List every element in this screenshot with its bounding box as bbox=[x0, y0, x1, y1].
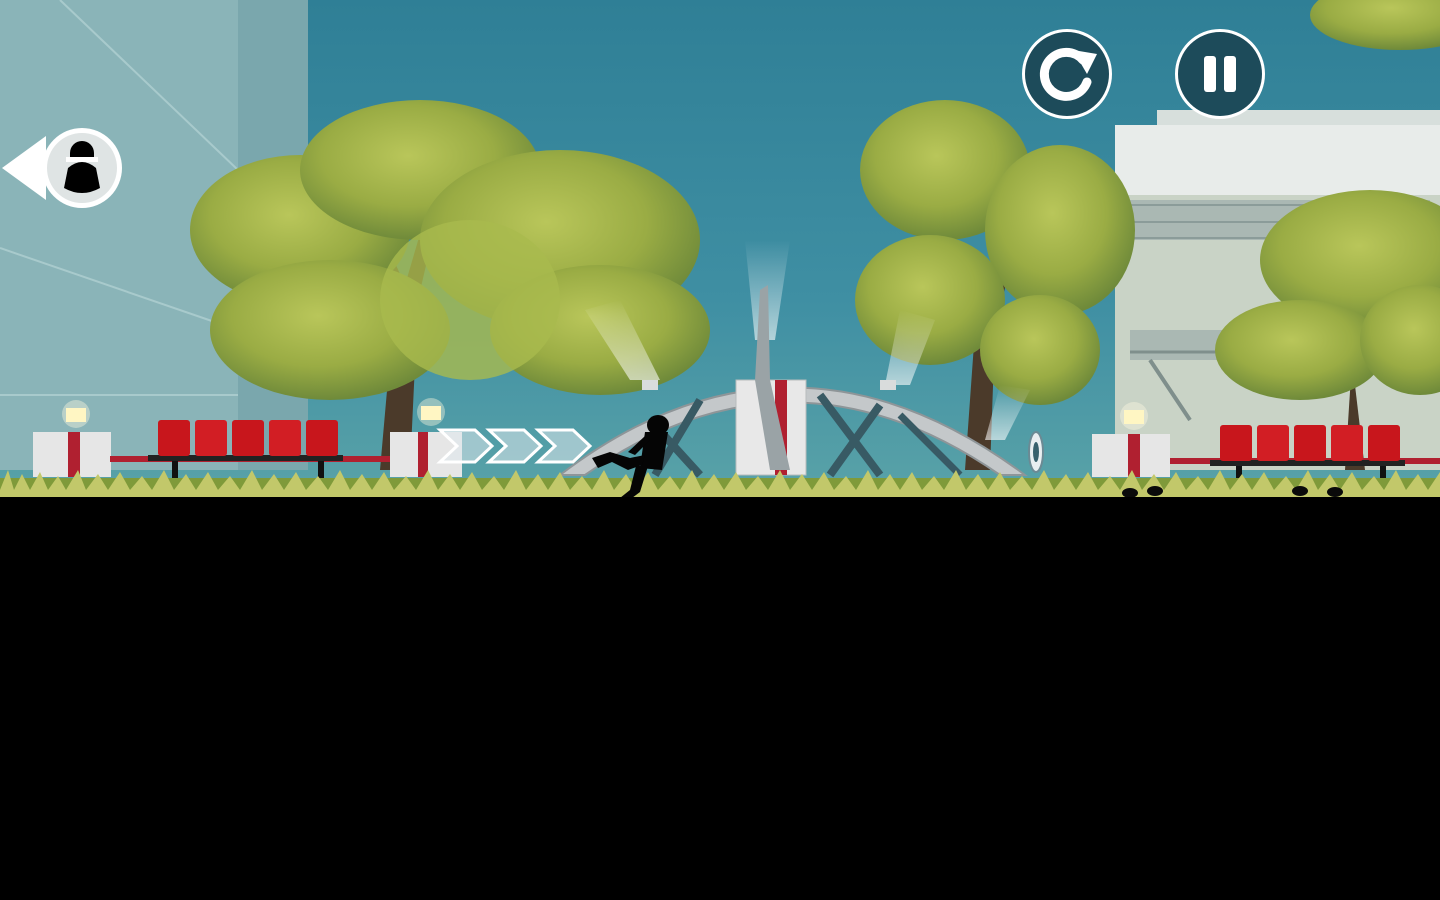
hunter-indicator bbox=[0, 128, 124, 212]
bonus-token bbox=[1028, 431, 1044, 473]
restart-icon bbox=[1039, 47, 1097, 101]
game-viewport[interactable] bbox=[0, 0, 1440, 900]
pause-button[interactable] bbox=[1175, 29, 1265, 119]
pause-icon bbox=[1204, 56, 1236, 92]
ground-shadow bbox=[0, 497, 1440, 900]
speed-boost-arrows bbox=[436, 428, 593, 464]
restart-button[interactable] bbox=[1022, 29, 1112, 119]
